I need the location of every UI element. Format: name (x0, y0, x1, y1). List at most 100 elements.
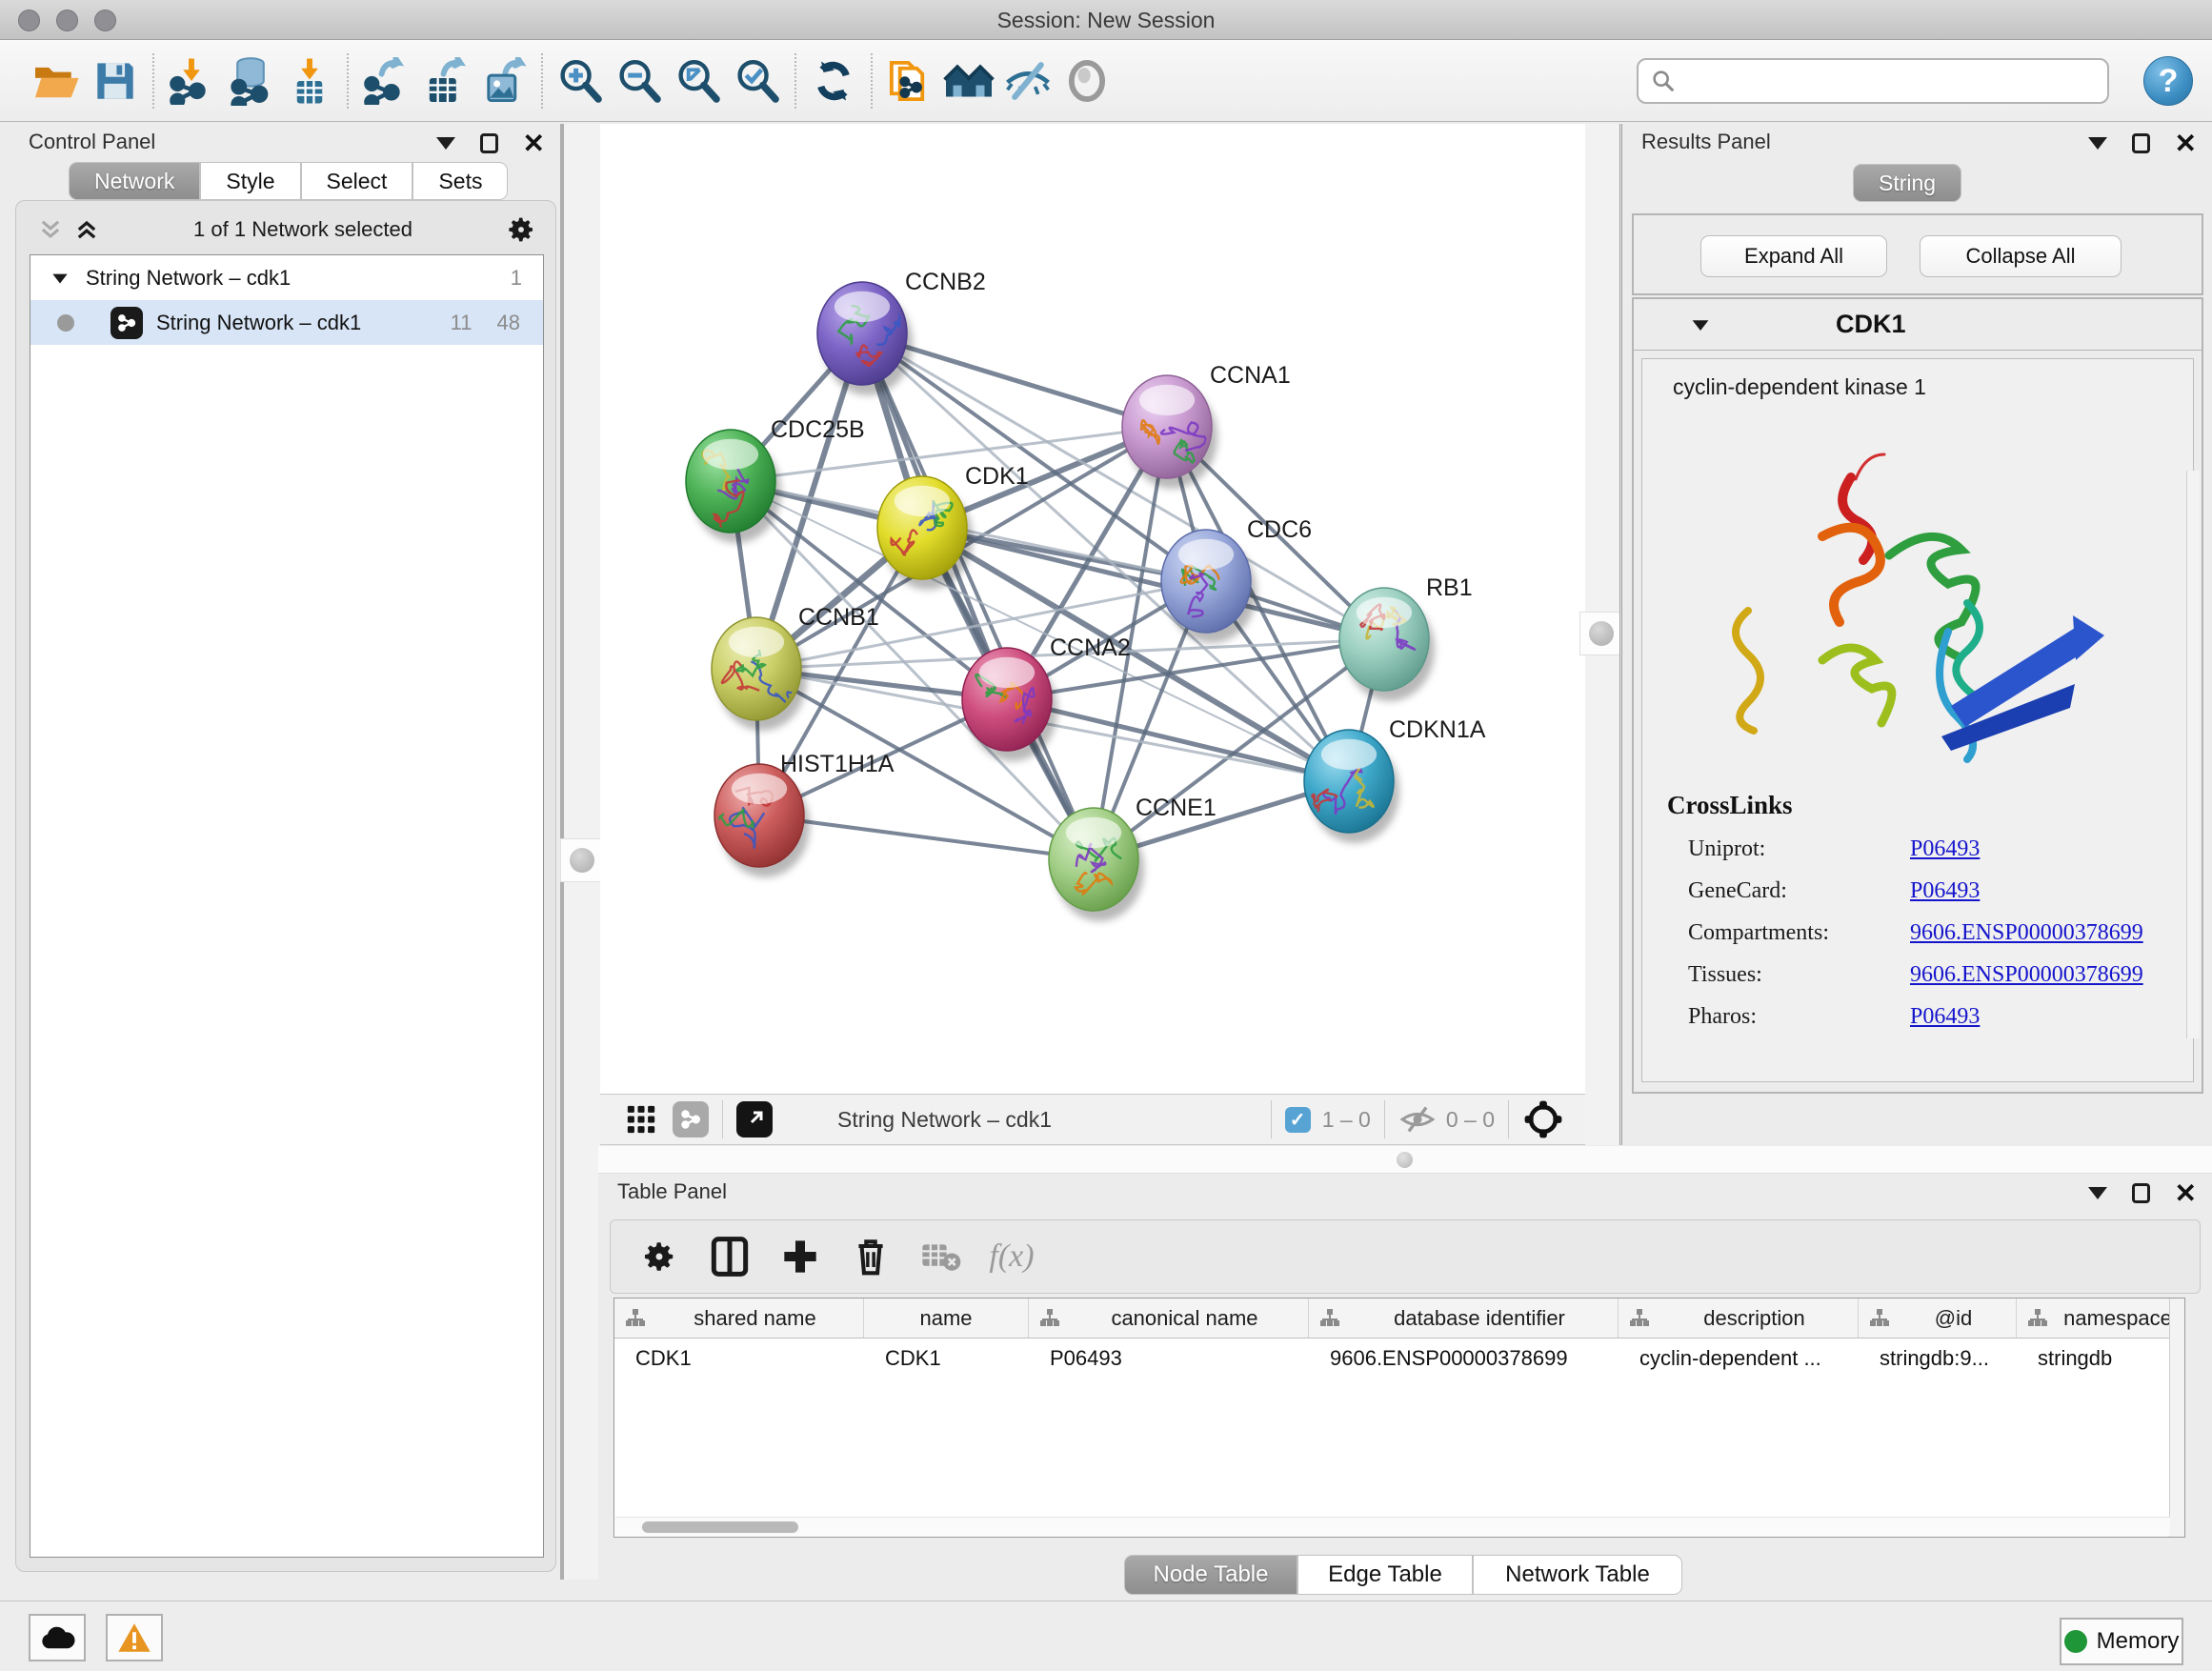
warning-status-button[interactable] (106, 1614, 163, 1661)
cloud-status-button[interactable] (29, 1614, 86, 1661)
crosslink-link[interactable]: P06493 (1910, 1004, 1980, 1030)
panel-close-button[interactable]: ✕ (2175, 134, 2197, 153)
crosslink-row: GeneCard: P06493 (1667, 878, 2193, 904)
import-network-database-button[interactable] (221, 51, 280, 111)
export-image-button[interactable] (474, 51, 533, 111)
tab-node-table[interactable]: Node Table (1124, 1555, 1297, 1595)
expand-all-button[interactable]: Expand All (1700, 235, 1887, 277)
toolbar-separator (152, 53, 154, 109)
hide-selection-button[interactable] (998, 51, 1057, 111)
zoom-out-button[interactable] (610, 51, 669, 111)
column-header[interactable]: @id (1859, 1299, 2017, 1338)
gear-icon[interactable] (506, 214, 536, 245)
crosslink-link[interactable]: P06493 (1910, 836, 1980, 862)
grid-view-icon[interactable] (625, 1103, 657, 1136)
crosslink-label: Uniprot: (1667, 836, 1910, 862)
save-session-button[interactable] (86, 51, 145, 111)
import-network-file-button[interactable] (162, 51, 221, 111)
tab-style[interactable]: Style (200, 162, 300, 200)
search-input[interactable] (1677, 69, 2107, 93)
node-HIST1H1A: HIST1H1A (709, 751, 895, 877)
zoom-selected-button[interactable] (728, 51, 787, 111)
column-header[interactable]: namespace (2017, 1299, 2186, 1338)
right-splitter-handle[interactable] (1579, 612, 1623, 655)
panel-float-button[interactable] (2088, 1187, 2107, 1199)
panel-maximize-button[interactable] (2132, 133, 2150, 153)
collapse-gene-icon[interactable] (1689, 313, 1712, 336)
table-settings-button[interactable] (624, 1226, 694, 1287)
scrollbar-thumb[interactable] (642, 1521, 798, 1533)
network-canvas[interactable]: CCNB2CCNA1CDC25BCDK1CDC6RB1CCNB1CCNA2CDK… (600, 124, 1585, 1094)
refresh-icon (810, 57, 857, 105)
crosslink-link[interactable]: 9606.ENSP00000378699 (1910, 962, 2143, 988)
memory-label: Memory (2097, 1628, 2180, 1655)
import-table-file-button[interactable] (280, 51, 339, 111)
network-view-title: String Network – cdk1 (837, 1107, 1052, 1133)
tab-string[interactable]: String (1853, 164, 1961, 202)
collapse-all-button[interactable]: Collapse All (1920, 235, 2122, 277)
results-scrollbar[interactable] (2186, 471, 2200, 1038)
panel-maximize-button[interactable] (2132, 1183, 2150, 1203)
show-columns-button[interactable] (694, 1226, 765, 1287)
birdseye-icon[interactable] (1522, 1098, 1564, 1140)
crosslink-label: Tissues: (1667, 962, 1910, 988)
panel-float-button[interactable] (2088, 137, 2107, 150)
bottom-statusbar: Memory (0, 1601, 2212, 1671)
tab-network-table[interactable]: Network Table (1473, 1555, 1682, 1595)
tab-sets[interactable]: Sets (412, 162, 508, 200)
tab-network[interactable]: Network (69, 162, 200, 200)
function-builder-button[interactable]: f(x) (976, 1226, 1047, 1287)
network-collection-row[interactable]: String Network – cdk1 1 (30, 255, 543, 300)
show-all-button[interactable] (1057, 51, 1116, 111)
export-image-icon (480, 57, 528, 105)
crosslink-link[interactable]: P06493 (1910, 878, 1980, 904)
table-vertical-scrollbar[interactable] (2169, 1299, 2184, 1537)
zoom-fit-button[interactable] (669, 51, 728, 111)
first-neighbors-button[interactable] (939, 51, 998, 111)
column-header[interactable]: shared name (614, 1299, 864, 1338)
expand-all-networks-icon[interactable] (73, 216, 100, 243)
string-view-icon[interactable] (673, 1101, 709, 1137)
network-row[interactable]: String Network – cdk1 11 48 (30, 300, 543, 345)
gene-panel-header[interactable]: CDK1 (1634, 299, 2202, 351)
network-from-selection-button[interactable] (880, 51, 939, 111)
right-splitter[interactable] (1585, 124, 1619, 1145)
left-splitter[interactable] (564, 124, 600, 1580)
table-panel-splitter[interactable] (598, 1146, 2212, 1174)
eye-slash-icon (1003, 59, 1053, 103)
table-horizontal-scrollbar[interactable] (615, 1517, 2170, 1536)
open-session-button[interactable] (27, 51, 86, 111)
panel-close-button[interactable]: ✕ (523, 134, 545, 153)
panel-maximize-button[interactable] (480, 133, 498, 153)
zoom-in-button[interactable] (551, 51, 610, 111)
export-network-button[interactable] (356, 51, 415, 111)
column-header[interactable]: name (864, 1299, 1029, 1338)
panel-float-button[interactable] (436, 137, 455, 150)
export-table-button[interactable] (415, 51, 474, 111)
open-folder-icon (31, 60, 81, 102)
open-in-new-window-icon[interactable] (736, 1101, 773, 1137)
tab-select[interactable]: Select (301, 162, 413, 200)
table-row[interactable]: CDK1 CDK1 P06493 9606.ENSP00000378699 cy… (614, 1339, 2184, 1379)
crosslinks-title: CrossLinks (1667, 791, 2193, 820)
delete-table-button[interactable] (906, 1226, 976, 1287)
memory-button[interactable]: Memory (2060, 1618, 2183, 1665)
crosslink-link[interactable]: 9606.ENSP00000378699 (1910, 920, 2143, 946)
column-header[interactable]: description (1619, 1299, 1859, 1338)
column-header[interactable]: database identifier (1309, 1299, 1619, 1338)
selected-checkbox-icon[interactable]: ✓ (1285, 1107, 1311, 1133)
tab-edge-table[interactable]: Edge Table (1297, 1555, 1473, 1595)
toolbar-separator (541, 53, 543, 109)
column-header[interactable]: canonical name (1029, 1299, 1309, 1338)
splitter-grip[interactable] (1397, 1152, 1413, 1168)
collapse-all-networks-icon[interactable] (37, 216, 64, 243)
delete-column-button[interactable] (835, 1226, 906, 1287)
apply-layout-button[interactable] (804, 51, 863, 111)
tree-expand-icon[interactable] (50, 268, 70, 289)
add-column-button[interactable] (765, 1226, 835, 1287)
zoom-selected-icon (734, 57, 781, 105)
panel-close-button[interactable]: ✕ (2175, 1184, 2197, 1203)
left-splitter-handle[interactable] (560, 838, 604, 882)
help-button[interactable]: ? (2143, 56, 2193, 106)
eye-icon (1064, 60, 1110, 102)
